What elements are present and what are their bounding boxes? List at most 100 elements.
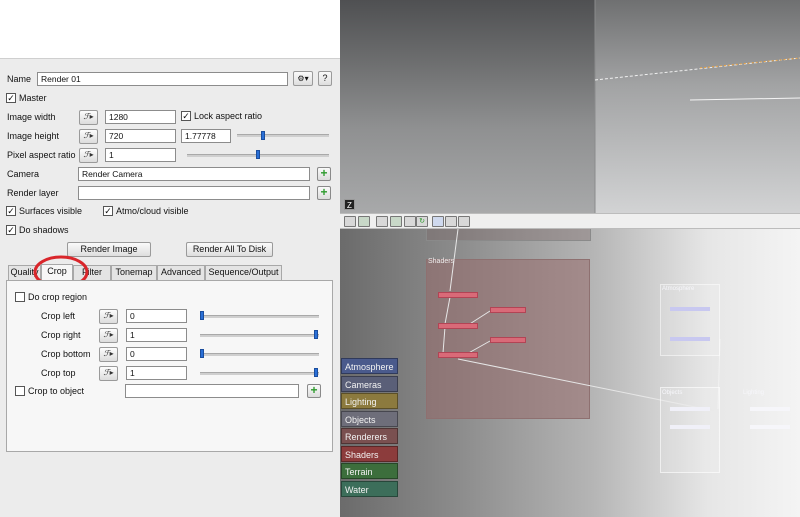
- crop-to-object-checkbox[interactable]: [15, 386, 25, 396]
- shader-node[interactable]: [490, 307, 526, 313]
- add-camera-button[interactable]: +: [317, 167, 331, 181]
- atmo-visible-row[interactable]: ✓ Atmo/cloud visible: [103, 206, 189, 216]
- pixel-aspect-label: Pixel aspect ratio: [7, 150, 76, 160]
- animation-icon[interactable]: ℱ▸: [79, 148, 98, 163]
- tab-advanced[interactable]: Advanced: [157, 265, 205, 280]
- node-list-icon[interactable]: [344, 216, 356, 227]
- crop-left-label: Crop left: [41, 311, 76, 321]
- crop-to-object-label: Crop to object: [28, 386, 85, 396]
- animation-icon[interactable]: ℱ▸: [79, 129, 98, 144]
- atmo-visible-checkbox[interactable]: ✓: [103, 206, 113, 216]
- camera-input[interactable]: Render Camera: [78, 167, 310, 181]
- name-input[interactable]: Render 01: [37, 72, 288, 86]
- crop-bottom-slider[interactable]: [200, 353, 319, 356]
- crop-right-input[interactable]: 1: [126, 328, 187, 342]
- do-crop-region-row[interactable]: Do crop region: [15, 292, 87, 302]
- render-all-to-disk-button[interactable]: Render All To Disk: [186, 242, 273, 257]
- crop-bottom-input[interactable]: 0: [126, 347, 187, 361]
- atmosphere-group[interactable]: [660, 284, 720, 356]
- crop-top-slider-thumb[interactable]: [314, 368, 318, 377]
- category-terrain[interactable]: Terrain: [341, 463, 398, 479]
- master-checkbox[interactable]: ✓: [6, 93, 16, 103]
- view-icon[interactable]: [390, 216, 402, 227]
- do-shadows-row[interactable]: ✓ Do shadows: [6, 225, 69, 235]
- master-checkbox-row[interactable]: ✓ Master: [6, 93, 47, 103]
- 3d-viewport[interactable]: Z: [340, 0, 800, 213]
- help-button[interactable]: ?: [318, 71, 332, 86]
- crop-left-slider-thumb[interactable]: [200, 311, 204, 320]
- crop-bottom-slider-thumb[interactable]: [200, 349, 204, 358]
- render-layer-label: Render layer: [7, 188, 59, 198]
- category-lighting[interactable]: Lighting: [341, 393, 398, 409]
- curve-icon[interactable]: [458, 216, 470, 227]
- objects-group[interactable]: [660, 387, 720, 473]
- category-atmosphere[interactable]: Atmosphere: [341, 358, 398, 374]
- crop-right-label: Crop right: [41, 330, 81, 340]
- animation-icon[interactable]: ℱ▸: [99, 328, 118, 343]
- surfaces-visible-checkbox[interactable]: ✓: [6, 206, 16, 216]
- crop-to-object-input[interactable]: [125, 384, 299, 398]
- objects-group-label: Objects: [662, 390, 683, 396]
- crop-top-slider[interactable]: [200, 372, 319, 375]
- animation-icon[interactable]: ℱ▸: [99, 366, 118, 381]
- node-connections: [442, 229, 721, 412]
- animation-icon[interactable]: ℱ▸: [79, 110, 98, 125]
- category-shaders[interactable]: Shaders: [341, 445, 398, 462]
- category-water[interactable]: Water: [341, 480, 398, 497]
- aspect-ratio-slider[interactable]: [237, 134, 329, 137]
- aspect-ratio-slider-thumb[interactable]: [261, 131, 266, 140]
- shader-node[interactable]: [438, 352, 478, 358]
- crop-right-slider[interactable]: [200, 334, 319, 337]
- lock-aspect-row[interactable]: ✓ Lock aspect ratio: [181, 111, 262, 121]
- do-crop-region-checkbox[interactable]: [15, 292, 25, 302]
- lock-aspect-checkbox[interactable]: ✓: [181, 111, 191, 121]
- eye-icon[interactable]: [432, 216, 444, 227]
- image-height-input[interactable]: 720: [105, 129, 176, 143]
- surfaces-visible-label: Surfaces visible: [19, 206, 83, 216]
- atmosphere-group-label: Atmosphere: [662, 286, 695, 292]
- object-node[interactable]: [670, 407, 710, 411]
- image-icon[interactable]: [358, 216, 370, 227]
- crop-bottom-label: Crop bottom: [41, 349, 91, 359]
- crop-left-slider[interactable]: [200, 315, 319, 318]
- lighting-node[interactable]: [750, 407, 790, 411]
- image-width-label: Image width: [7, 112, 56, 122]
- refresh-icon[interactable]: ↻: [416, 216, 428, 227]
- lighting-node[interactable]: [750, 425, 790, 429]
- crop-to-object-row[interactable]: Crop to object: [15, 386, 84, 396]
- node-graph-toolbar: ↻: [340, 213, 800, 229]
- surfaces-visible-row[interactable]: ✓ Surfaces visible: [6, 206, 82, 216]
- tab-sequence-output[interactable]: Sequence/Output: [205, 265, 282, 280]
- pixel-aspect-input[interactable]: 1: [105, 148, 176, 162]
- shader-node[interactable]: [438, 323, 478, 329]
- print-icon[interactable]: [376, 216, 388, 227]
- add-crop-object-button[interactable]: +: [307, 384, 321, 398]
- animation-icon[interactable]: ℱ▸: [99, 347, 118, 362]
- object-node[interactable]: [670, 425, 710, 429]
- gear-dropdown-button[interactable]: ⚙▾: [293, 71, 313, 86]
- category-renderers[interactable]: Renderers: [341, 428, 398, 444]
- shader-node[interactable]: [490, 337, 526, 343]
- blank-header-area: [0, 0, 340, 58]
- category-objects[interactable]: Objects: [341, 410, 398, 427]
- animation-icon[interactable]: ℱ▸: [99, 309, 118, 324]
- atmosphere-node[interactable]: [670, 307, 710, 311]
- image-width-input[interactable]: 1280: [105, 110, 176, 124]
- pixel-aspect-slider-thumb[interactable]: [255, 150, 260, 159]
- crop-top-input[interactable]: 1: [126, 366, 187, 380]
- do-shadows-checkbox[interactable]: ✓: [6, 225, 16, 235]
- fit-view-icon[interactable]: [445, 216, 457, 227]
- category-cameras[interactable]: Cameras: [341, 375, 398, 392]
- shader-node[interactable]: [438, 292, 478, 298]
- layout-icon[interactable]: [404, 216, 416, 227]
- atmosphere-node[interactable]: [670, 337, 710, 341]
- crop-right-slider-thumb[interactable]: [314, 330, 318, 339]
- aspect-ratio-input[interactable]: 1.77778: [181, 129, 231, 143]
- viewport-corner-icon[interactable]: Z: [344, 199, 355, 210]
- render-layer-input[interactable]: [78, 186, 310, 200]
- crop-left-input[interactable]: 0: [126, 309, 187, 323]
- add-render-layer-button[interactable]: +: [317, 186, 331, 200]
- tab-tonemap[interactable]: Tonemap: [111, 265, 157, 280]
- crop-top-label: Crop top: [41, 368, 76, 378]
- node-graph[interactable]: Shaders Atmosphere Objects Lighting Atmo…: [340, 229, 800, 517]
